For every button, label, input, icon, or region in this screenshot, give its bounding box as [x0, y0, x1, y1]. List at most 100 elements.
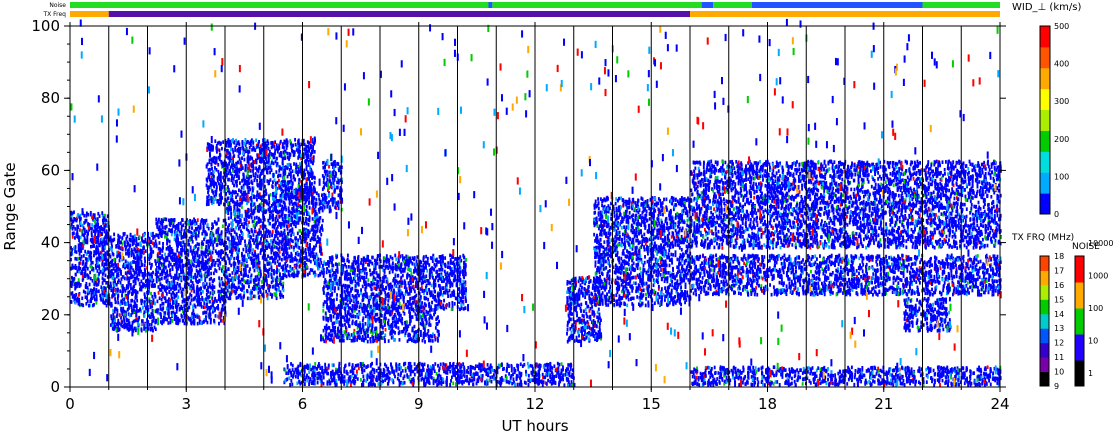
data-point	[85, 213, 88, 218]
data-point	[252, 238, 255, 242]
data-point	[319, 201, 322, 206]
data-point	[211, 287, 214, 292]
data-point	[311, 224, 314, 229]
data-point	[280, 222, 283, 226]
data-point	[175, 243, 178, 247]
data-point	[334, 205, 337, 210]
data-point	[278, 222, 281, 226]
data-point	[210, 240, 213, 244]
status-segment	[690, 11, 1000, 17]
data-point	[255, 138, 258, 143]
data-point	[74, 264, 77, 268]
data-point	[166, 273, 169, 278]
data-point	[293, 245, 295, 250]
data-point	[169, 302, 172, 306]
data-point	[199, 268, 202, 273]
data-point	[163, 230, 166, 235]
data-point	[247, 234, 250, 238]
data-point	[163, 269, 165, 274]
data-point	[74, 272, 77, 277]
data-point	[134, 289, 137, 294]
data-point	[117, 273, 120, 278]
data-point	[302, 152, 305, 156]
data-point	[138, 315, 141, 320]
data-point	[214, 139, 217, 143]
data-point	[87, 250, 90, 254]
data-point	[237, 211, 240, 216]
data-point	[320, 251, 323, 256]
data-point	[114, 297, 117, 301]
data-point	[285, 192, 288, 197]
data-point	[311, 247, 314, 252]
data-point	[317, 222, 320, 226]
data-point	[257, 281, 260, 286]
data-point	[191, 221, 194, 226]
data-point	[71, 266, 74, 270]
data-point	[179, 221, 182, 226]
data-point	[235, 232, 238, 237]
data-point	[90, 231, 93, 235]
data-point	[148, 236, 151, 241]
data-point	[92, 267, 95, 271]
data-point	[276, 267, 279, 272]
data-point	[225, 292, 228, 296]
data-point	[303, 256, 306, 260]
data-point	[264, 248, 267, 253]
data-point	[287, 238, 290, 243]
data-point	[153, 325, 156, 330]
data-point	[197, 258, 200, 263]
data-point	[243, 262, 245, 267]
data-point	[294, 236, 297, 241]
data-point	[73, 282, 76, 287]
data-point	[164, 299, 167, 304]
data-point	[255, 287, 258, 291]
data-point	[290, 258, 292, 263]
data-point	[182, 275, 185, 280]
data-point	[177, 295, 180, 299]
data-point	[241, 140, 244, 145]
data-point	[127, 326, 130, 331]
data-point	[307, 159, 310, 164]
data-point	[231, 174, 233, 178]
data-point	[295, 221, 298, 225]
data-point	[89, 297, 92, 302]
data-point	[272, 243, 275, 248]
data-point	[269, 206, 272, 210]
status-segment	[70, 2, 489, 8]
data-point	[181, 294, 183, 298]
data-point	[274, 261, 277, 265]
data-point	[217, 307, 220, 311]
data-point	[111, 294, 114, 298]
data-point	[176, 261, 179, 266]
data-point	[173, 258, 176, 262]
data-point	[220, 249, 223, 253]
data-point	[87, 257, 90, 261]
data-point	[295, 148, 298, 152]
data-point	[254, 275, 257, 279]
data-point	[168, 239, 171, 244]
data-point	[143, 256, 146, 261]
data-point	[305, 212, 308, 217]
data-point	[181, 270, 183, 274]
data-point	[246, 264, 249, 268]
data-point	[289, 254, 292, 259]
data-point	[247, 274, 250, 279]
data-point	[183, 251, 186, 255]
data-point	[165, 224, 168, 229]
data-point	[201, 231, 204, 236]
data-point	[213, 306, 216, 311]
data-point	[299, 235, 302, 240]
data-point	[172, 290, 175, 295]
data-point	[206, 162, 209, 167]
data-point	[143, 233, 146, 238]
data-point	[229, 154, 232, 159]
data-point	[222, 319, 225, 323]
data-point	[242, 247, 245, 252]
data-point	[208, 257, 211, 262]
data-point	[86, 285, 89, 290]
data-point	[225, 154, 228, 159]
data-point	[283, 232, 286, 237]
data-point	[137, 266, 140, 270]
data-point	[276, 218, 279, 223]
data-point	[281, 267, 284, 272]
